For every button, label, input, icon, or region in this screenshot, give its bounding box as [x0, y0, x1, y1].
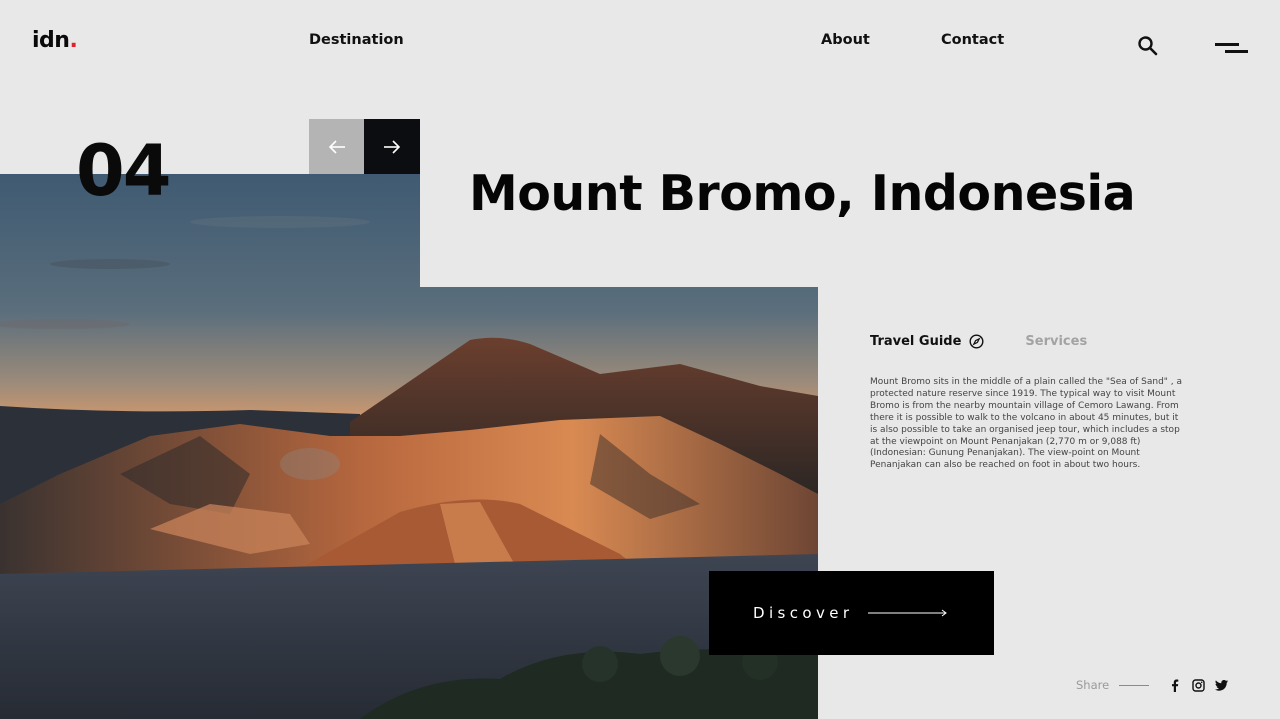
nav-destination[interactable]: Destination	[309, 32, 404, 48]
tab-travel-guide-label: Travel Guide	[870, 334, 962, 349]
arrow-left-icon	[328, 139, 345, 154]
logo-dot: .	[69, 28, 78, 53]
nav-contact[interactable]: Contact	[941, 32, 1004, 48]
slide-number-overlap: 04	[76, 174, 169, 200]
twitter-icon[interactable]	[1214, 678, 1228, 692]
prev-slide-button[interactable]	[309, 119, 365, 174]
instagram-icon[interactable]	[1191, 678, 1205, 692]
share-bar: Share	[1076, 678, 1228, 692]
slide-number: 04	[76, 130, 170, 174]
slide-number-overlap-text: 04	[76, 174, 169, 200]
search-icon[interactable]	[1137, 35, 1159, 57]
tab-travel-guide[interactable]: Travel Guide	[870, 334, 984, 349]
discover-label: Discover	[753, 604, 854, 622]
share-label: Share	[1076, 678, 1110, 692]
facebook-icon[interactable]	[1168, 678, 1182, 692]
discover-button[interactable]: Discover	[709, 571, 994, 655]
menu-icon[interactable]	[1213, 43, 1249, 57]
next-slide-button[interactable]	[364, 119, 420, 174]
destination-description: Mount Bromo sits in the middle of a plai…	[870, 377, 1183, 471]
logo[interactable]: idn.	[32, 28, 78, 53]
arrow-right-icon	[384, 139, 401, 154]
nav-about[interactable]: About	[821, 32, 870, 48]
compass-icon	[969, 334, 984, 349]
content-tabs: Travel Guide Services	[870, 334, 1087, 349]
page-title: Mount Bromo, Indonesia	[469, 165, 1136, 222]
logo-text: idn	[32, 28, 70, 53]
tab-services[interactable]: Services	[1025, 334, 1087, 349]
long-arrow-right-icon	[868, 609, 948, 617]
share-divider	[1119, 684, 1150, 686]
